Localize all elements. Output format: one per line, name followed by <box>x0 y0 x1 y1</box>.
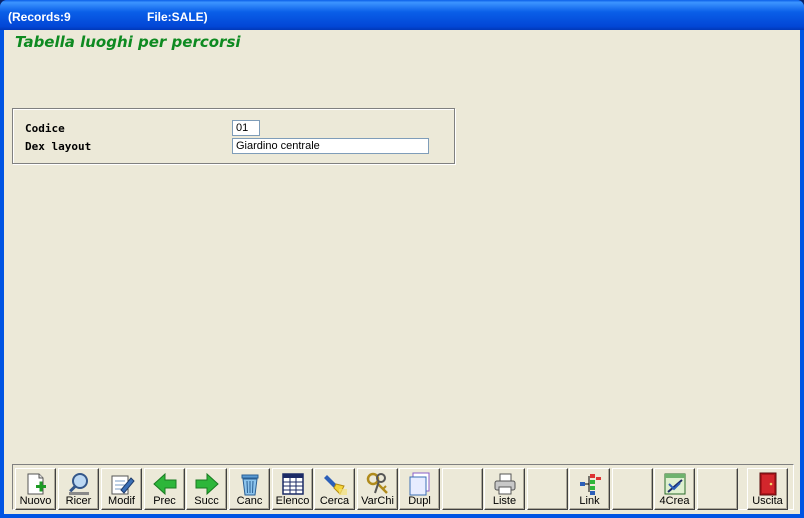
flashlight-icon <box>322 472 348 496</box>
modif-label: Modif <box>108 495 135 507</box>
empty-button-1[interactable] <box>442 468 483 510</box>
cerca-button[interactable]: Cerca <box>314 468 355 510</box>
nuovo-label: Nuovo <box>19 495 52 507</box>
prec-label: Prec <box>153 495 176 507</box>
fields-group: Codice 01 Dex layout Giardino centrale <box>12 108 455 164</box>
liste-button[interactable]: Liste <box>484 468 525 510</box>
duplicate-icon <box>407 472 433 496</box>
4crea-label: 4Crea <box>659 495 690 507</box>
dex-layout-input[interactable]: Giardino centrale <box>232 138 429 154</box>
empty-button-4[interactable] <box>697 468 738 510</box>
uscita-label: Uscita <box>752 495 783 507</box>
dex-layout-label: Dex layout <box>25 140 92 153</box>
cerca-label: Cerca <box>319 495 350 507</box>
form-area: Tabella luoghi per percorsi Codice 01 De… <box>4 30 800 514</box>
new-document-icon <box>23 472 49 496</box>
build-icon <box>662 472 688 496</box>
exit-door-icon <box>755 472 781 496</box>
elenco-label: Elenco <box>275 495 310 507</box>
ricer-button[interactable]: Ricer <box>58 468 99 510</box>
file-name: File:SALE) <box>147 10 208 24</box>
edit-pencil-icon <box>109 472 135 496</box>
modif-button[interactable]: Modif <box>101 468 142 510</box>
dupl-button[interactable]: Dupl <box>399 468 440 510</box>
search-magnifier-icon <box>66 472 92 496</box>
dupl-label: Dupl <box>408 495 431 507</box>
form-title: Tabella luoghi per percorsi <box>15 33 241 51</box>
arrow-left-icon <box>152 472 178 496</box>
records-count: (Records:9 <box>8 10 71 24</box>
prec-button[interactable]: Prec <box>144 468 185 510</box>
trash-icon <box>237 472 263 496</box>
printer-icon <box>492 472 518 496</box>
app-window: (Records:9 File:SALE) Tabella luoghi per… <box>0 0 804 518</box>
varchi-label: VarChi <box>361 495 394 507</box>
title-bar[interactable]: (Records:9 File:SALE) <box>0 0 804 30</box>
canc-button[interactable]: Canc <box>229 468 270 510</box>
arrow-right-icon <box>194 472 220 496</box>
succ-button[interactable]: Succ <box>186 468 227 510</box>
codice-input[interactable]: 01 <box>232 120 260 136</box>
liste-label: Liste <box>492 495 517 507</box>
canc-label: Canc <box>236 495 263 507</box>
keys-icon <box>365 472 391 496</box>
table-icon <box>280 472 306 496</box>
codice-label: Codice <box>25 122 65 135</box>
varchi-button[interactable]: VarChi <box>357 468 398 510</box>
toolbar: Nuovo Ricer Modif Prec Succ Canc Elenco … <box>12 464 794 510</box>
link-label: Link <box>579 495 600 507</box>
empty-button-2[interactable] <box>527 468 568 510</box>
empty-button-3[interactable] <box>612 468 653 510</box>
succ-label: Succ <box>194 495 219 507</box>
ricer-label: Ricer <box>65 495 92 507</box>
elenco-button[interactable]: Elenco <box>272 468 313 510</box>
nuovo-button[interactable]: Nuovo <box>15 468 56 510</box>
link-button[interactable]: Link <box>569 468 610 510</box>
tree-icon <box>577 472 603 496</box>
4crea-button[interactable]: 4Crea <box>654 468 695 510</box>
uscita-button[interactable]: Uscita <box>747 468 788 510</box>
